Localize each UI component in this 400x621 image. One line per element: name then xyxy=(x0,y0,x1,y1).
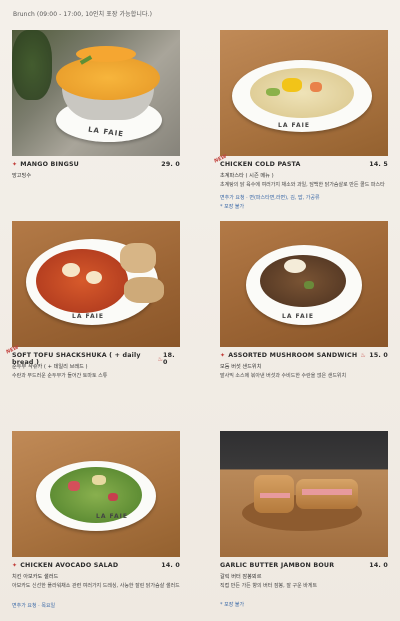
bullet-icon: ✦ xyxy=(12,161,18,168)
menu-card-chicken-avocado-salad[interactable]: LA FAIE ✦ CHICKEN AVOCADO SALAD 14. 0 치킨 … xyxy=(12,431,180,609)
item-name: CHICKEN COLD PASTA xyxy=(220,161,301,168)
item-note: 면추가 요청 · 면(파스타면,라면), 김, 밥, 가공류 xyxy=(220,195,320,201)
item-korean-name: 망고빙수 xyxy=(12,173,32,179)
item-price: 18. 0 xyxy=(163,352,175,366)
item-korean-name: 순두부 샥슈카 ( + 데일리 브레드 ) xyxy=(12,364,88,370)
jambon-bour-photo xyxy=(220,431,388,557)
item-description: 초계탕의 닭 육수에 여러가지 채소와 과일, 담백한 닭가슴살로 만든 콜드 … xyxy=(220,182,385,188)
menu-card-soft-tofu-shakshuka[interactable]: LA FAIE NEW SOFT TOFU SHACKSHUKA ( + dai… xyxy=(5,221,180,379)
item-name: CHICKEN AVOCADO SALAD xyxy=(20,562,119,569)
item-description: 발사믹 소스에 볶아낸 버섯과 수비드한 수란을 얹은 샌드위치 xyxy=(220,373,347,379)
spicy-icon: ♨ xyxy=(360,352,366,359)
plate-brand-text: LA FAIE xyxy=(278,122,310,129)
item-note: * 포장 불가 xyxy=(220,204,245,210)
item-price: 14. 0 xyxy=(369,562,388,569)
chicken-cold-pasta-photo: LA FAIE xyxy=(220,30,388,156)
plate-brand-text: LA FAIE xyxy=(96,513,128,520)
item-price: 29. 0 xyxy=(161,161,180,168)
shakshuka-photo: LA FAIE xyxy=(12,221,180,347)
menu-card-assorted-mushroom-sandwich[interactable]: LA FAIE ✦ ASSORTED MUSHROOM SANDWICH ♨ 15.… xyxy=(220,221,388,379)
item-price: 14. 5 xyxy=(369,161,388,168)
plate-brand-text: LA FAIE xyxy=(282,313,314,320)
bullet-icon: ✦ xyxy=(220,352,226,359)
item-name: MANGO BINGSU xyxy=(20,161,79,168)
item-korean-name: 초계파스타 ( 시즌 메뉴 ) xyxy=(220,173,274,179)
item-description: 수란과 부드러운 순두부가 들어간 토마토 스튜 xyxy=(12,373,108,379)
menu-card-chicken-cold-pasta[interactable]: LA FAIE NEW CHICKEN COLD PASTA 14. 5 초계파… xyxy=(213,30,388,210)
plate-brand-text: LA FAIE xyxy=(72,313,104,320)
item-korean-name: 모둠 버섯 샌드위치 xyxy=(220,364,262,370)
item-price: 15. 0 xyxy=(369,352,388,359)
item-description: 아보카도 신선한 플라워채소 관련 여러가지 드레싱, 사능한 잘린 닭가슴살 … xyxy=(12,583,180,589)
menu-card-garlic-butter-jambon-bour[interactable]: GARLIC BUTTER JAMBON BOUR 14. 0 갈릭 버터 잠봉… xyxy=(220,431,388,608)
mango-bingsu-photo: LA FAIE xyxy=(12,30,180,156)
bullet-icon: ✦ xyxy=(12,562,18,569)
item-price: 14. 0 xyxy=(161,562,180,569)
item-description: 직접 만든 가든 향의 버터 잠봉, 잘 구운 바게트 xyxy=(220,583,318,589)
item-name: GARLIC BUTTER JAMBON BOUR xyxy=(220,562,335,569)
item-korean-name: 갈릭 버터 잠봉뵈르 xyxy=(220,574,262,580)
mushroom-sandwich-photo: LA FAIE xyxy=(220,221,388,347)
item-note: * 포장 불가 xyxy=(220,602,245,608)
menu-card-mango-bingsu[interactable]: LA FAIE ✦ MANGO BINGSU 29. 0 망고빙수 xyxy=(12,30,180,179)
hours-notice: Brunch (09:00 - 17:00, 10인치 포장 가능합니다.) xyxy=(13,11,153,18)
avocado-salad-photo: LA FAIE xyxy=(12,431,180,557)
item-name: ASSORTED MUSHROOM SANDWICH xyxy=(228,352,358,359)
item-note: 면추가 요청 · 목요일 xyxy=(12,603,56,609)
item-korean-name: 치킨 아보카도 샐러드 xyxy=(12,574,59,580)
